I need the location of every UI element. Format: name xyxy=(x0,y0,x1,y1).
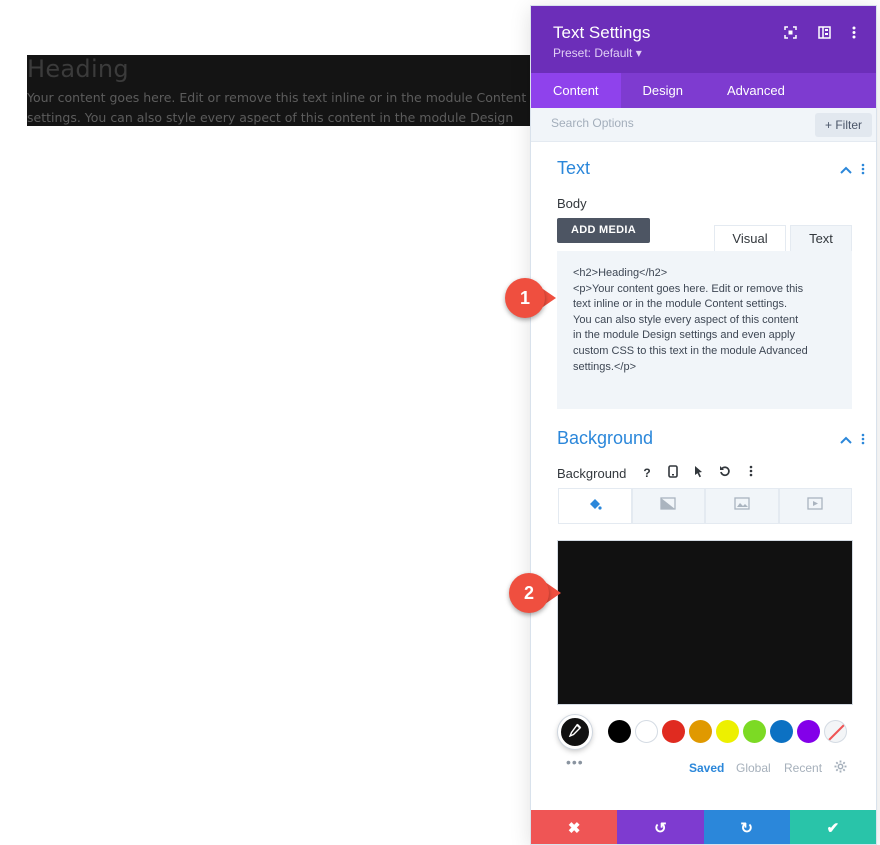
check-icon: ✔ xyxy=(826,820,840,837)
tab-background-gradient[interactable] xyxy=(631,488,705,524)
video-icon xyxy=(807,497,823,515)
redo-button[interactable]: ↻ xyxy=(703,810,790,844)
text-module-preview[interactable]: Heading Your content goes here. Edit or … xyxy=(27,55,530,126)
panel-footer: ✖ ↺ ↻ ✔ xyxy=(531,810,876,844)
gradient-icon xyxy=(660,497,676,515)
background-label: Background xyxy=(557,466,627,481)
undo-button[interactable]: ↺ xyxy=(617,810,704,844)
body-code-editor[interactable]: <h2>Heading</h2> <p>Your content goes he… xyxy=(557,251,852,409)
paint-bucket-icon xyxy=(588,497,602,516)
tab-saved-colors[interactable]: Saved xyxy=(689,761,724,775)
help-icon[interactable]: ? xyxy=(639,465,655,481)
text-settings-panel: Text Settings Preset: Default ▾ Content … xyxy=(530,5,877,845)
settings-tabs: Content Design Advanced xyxy=(531,73,876,108)
color-swatch-purple[interactable] xyxy=(797,720,820,743)
color-swatch-none[interactable] xyxy=(824,720,847,743)
background-field-tools: ? xyxy=(639,465,759,481)
tab-global-colors[interactable]: Global xyxy=(736,761,771,775)
color-swatch-green[interactable] xyxy=(743,720,766,743)
color-swatch-black[interactable] xyxy=(608,720,631,743)
close-icon: ✖ xyxy=(567,820,581,837)
tab-text-editor[interactable]: Text xyxy=(790,225,852,251)
field-options-icon[interactable] xyxy=(743,465,759,481)
more-colors-icon[interactable]: ••• xyxy=(566,754,584,770)
tab-background-video[interactable] xyxy=(778,488,852,524)
callout-badge-1: 1 xyxy=(505,278,545,318)
responsive-icon[interactable] xyxy=(665,465,681,481)
panel-title: Text Settings xyxy=(553,23,651,42)
text-section-title[interactable]: Text xyxy=(557,158,590,179)
tab-content[interactable]: Content xyxy=(531,73,621,108)
more-options-icon[interactable] xyxy=(846,24,862,40)
no-color-icon xyxy=(827,723,846,742)
code-line: <p>Your content goes here. Edit or remov… xyxy=(573,282,804,295)
reset-icon[interactable] xyxy=(717,465,733,481)
callout-badge-2: 2 xyxy=(509,573,549,613)
tab-background-image[interactable] xyxy=(705,488,779,524)
color-swatch-yellow[interactable] xyxy=(716,720,739,743)
add-media-button[interactable]: ADD MEDIA xyxy=(557,218,650,243)
code-line: <h2>Heading</h2> xyxy=(573,267,668,279)
split-view-icon[interactable] xyxy=(816,24,832,40)
save-button[interactable]: ✔ xyxy=(789,810,876,844)
color-swatch-white[interactable] xyxy=(635,720,658,743)
discard-button[interactable]: ✖ xyxy=(531,810,618,844)
preview-heading: Heading xyxy=(27,55,129,83)
preset-selector[interactable]: Preset: Default ▾ xyxy=(553,46,642,60)
filter-button[interactable]: + Filter xyxy=(814,113,872,137)
image-icon xyxy=(734,497,750,515)
panel-header: Text Settings Preset: Default ▾ xyxy=(531,6,876,73)
preview-body: Your content goes here. Edit or remove t… xyxy=(27,90,527,125)
text-section-menu-icon[interactable] xyxy=(859,163,867,177)
code-line: settings.</p> xyxy=(573,360,636,373)
redo-icon: ↻ xyxy=(740,820,753,837)
tab-background-color[interactable] xyxy=(558,488,632,524)
search-options-input[interactable] xyxy=(551,116,751,130)
code-line: in the module Design settings and even a… xyxy=(573,329,795,342)
background-section-menu-icon[interactable] xyxy=(859,433,867,447)
background-section-title[interactable]: Background xyxy=(557,428,653,449)
gear-icon[interactable] xyxy=(834,760,847,776)
tab-design[interactable]: Design xyxy=(621,73,705,108)
code-line: You can also style every aspect of this … xyxy=(573,313,799,326)
tab-recent-colors[interactable]: Recent xyxy=(784,761,822,775)
tab-advanced[interactable]: Advanced xyxy=(705,73,807,108)
search-bar: + Filter xyxy=(531,108,876,142)
background-type-tabs xyxy=(558,488,852,524)
eyedropper-button[interactable] xyxy=(558,715,592,749)
hover-cursor-icon[interactable] xyxy=(691,465,707,481)
body-label: Body xyxy=(557,196,587,211)
code-line: custom CSS to this text in the module Ad… xyxy=(573,344,808,357)
expand-icon[interactable] xyxy=(782,24,798,40)
chevron-up-icon[interactable] xyxy=(840,164,852,176)
color-swatch-blue[interactable] xyxy=(770,720,793,743)
eyedropper-icon xyxy=(568,723,582,742)
chevron-up-icon[interactable] xyxy=(840,434,852,446)
background-color-preview[interactable] xyxy=(557,540,853,705)
color-swatch-orange[interactable] xyxy=(689,720,712,743)
undo-icon: ↺ xyxy=(654,820,667,837)
code-line: text inline or in the module Content set… xyxy=(573,298,788,311)
tab-visual-editor[interactable]: Visual xyxy=(714,225,786,251)
color-swatch-red[interactable] xyxy=(662,720,685,743)
